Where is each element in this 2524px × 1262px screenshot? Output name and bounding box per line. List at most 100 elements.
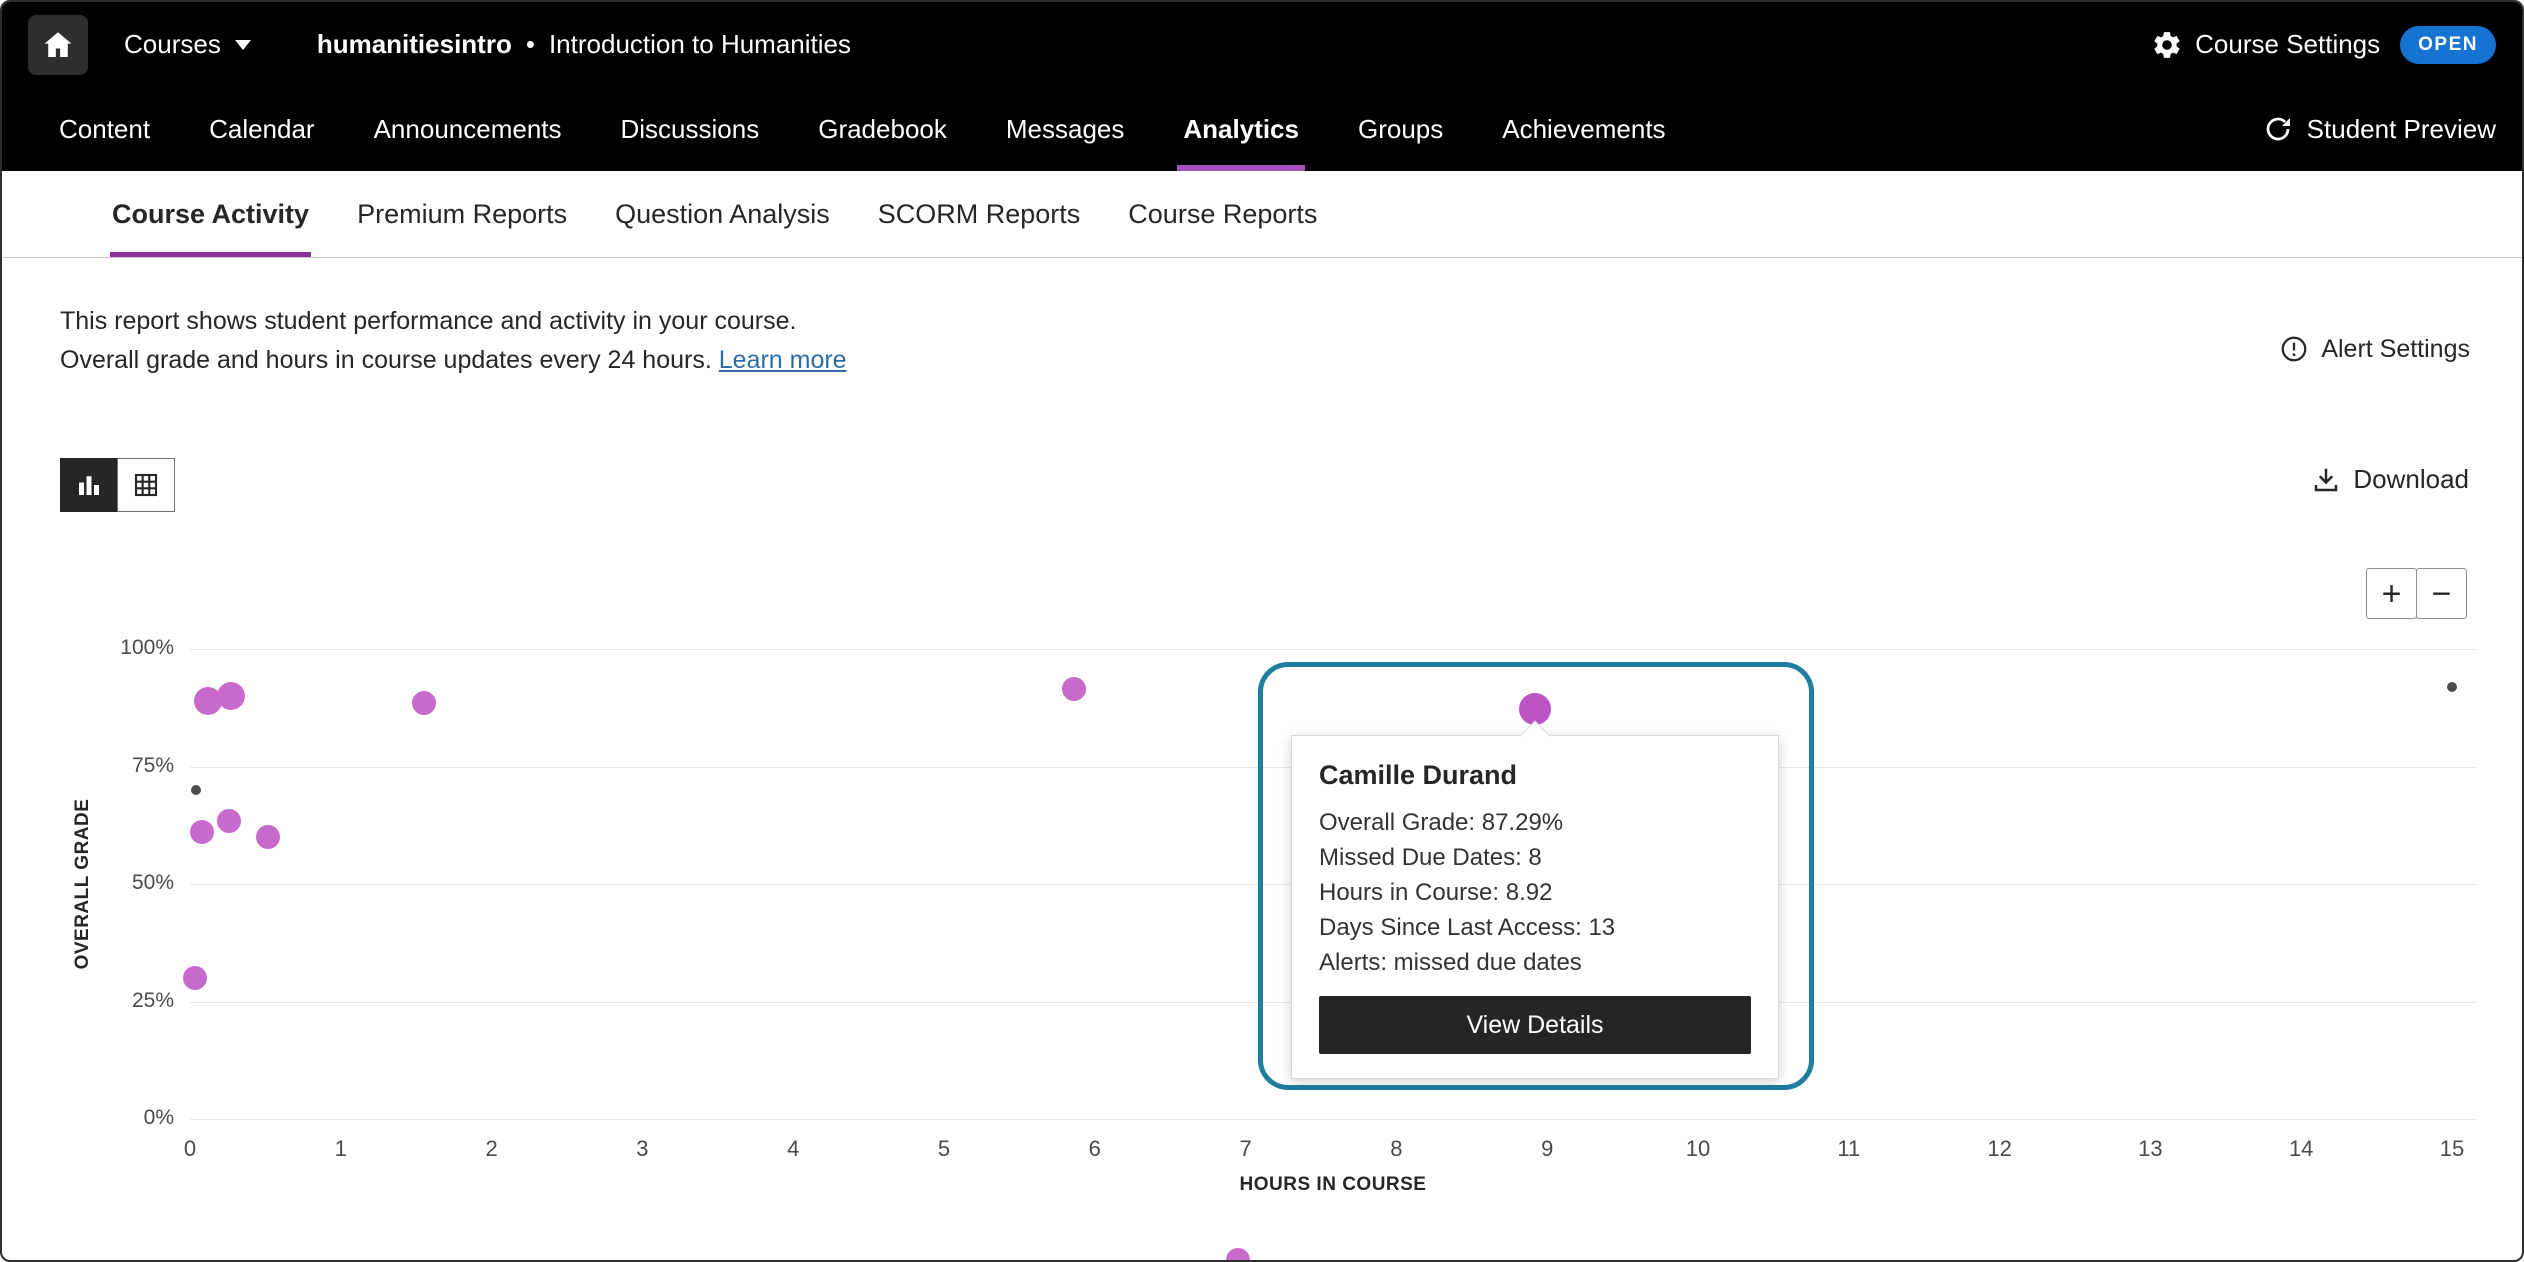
bar-chart-icon [74, 470, 104, 500]
subtab-course-activity[interactable]: Course Activity [110, 171, 311, 257]
download-icon [2311, 465, 2341, 495]
tab-achievements[interactable]: Achievements [1496, 87, 1671, 171]
student-tooltip: Camille Durand Overall Grade: 87.29% Mis… [1291, 735, 1779, 1079]
subtab-course-reports[interactable]: Course Reports [1126, 171, 1319, 257]
x-tick-label: 7 [1216, 1136, 1276, 1162]
y-tick-label: 100% [62, 636, 174, 660]
x-tick-label: 15 [2422, 1136, 2482, 1162]
data-point[interactable] [190, 820, 214, 844]
x-tick-label: 13 [2120, 1136, 2180, 1162]
tab-label: Messages [1006, 114, 1125, 145]
tab-gradebook[interactable]: Gradebook [812, 87, 953, 171]
app-window: Courses humanitiesintro • Introduction t… [0, 0, 2524, 1262]
data-point[interactable] [191, 785, 201, 795]
y-tick-label: 25% [62, 989, 174, 1013]
home-button[interactable] [28, 15, 88, 75]
report-description-line2: Overall grade and hours in course update… [60, 341, 847, 380]
data-point[interactable] [256, 825, 280, 849]
tooltip-overall-grade: Overall Grade: 87.29% [1319, 805, 1751, 840]
download-button[interactable]: Download [2311, 464, 2469, 495]
student-preview-label: Student Preview [2307, 114, 2496, 145]
chart-view-toggle-group [60, 458, 175, 512]
gear-icon [2151, 29, 2183, 61]
tab-label: Calendar [209, 114, 315, 145]
tooltip-notch [1519, 720, 1550, 751]
data-point[interactable] [217, 682, 245, 710]
courses-dropdown-label: Courses [124, 29, 221, 60]
x-tick-label: 5 [914, 1136, 974, 1162]
gridline [190, 1119, 2476, 1120]
subtab-label: Course Reports [1128, 199, 1317, 230]
tab-label: Analytics [1183, 114, 1299, 145]
x-tick-label: 12 [1970, 1136, 2030, 1162]
alert-icon [2279, 334, 2309, 364]
report-header: This report shows student performance an… [2, 258, 2522, 380]
tab-groups[interactable]: Groups [1352, 87, 1449, 171]
view-details-button[interactable]: View Details [1319, 996, 1751, 1054]
course-nav-tabs: Content Calendar Announcements Discussio… [53, 87, 1672, 171]
table-view-button[interactable] [117, 458, 175, 512]
topbar-right: Course Settings OPEN [2151, 26, 2496, 64]
data-point[interactable] [1062, 677, 1086, 701]
subtab-scorm-reports[interactable]: SCORM Reports [876, 171, 1083, 257]
tooltip-missed-due-dates: Missed Due Dates: 8 [1319, 840, 1751, 875]
x-axis-label: HOURS IN COURSE [1240, 1174, 1427, 1196]
learn-more-link[interactable]: Learn more [719, 346, 847, 374]
analytics-subnav: Course Activity Premium Reports Question… [2, 171, 2522, 258]
table-grid-icon [131, 470, 161, 500]
tab-label: Achievements [1502, 114, 1665, 145]
tab-label: Groups [1358, 114, 1443, 145]
x-tick-label: 8 [1366, 1136, 1426, 1162]
report-description-text: Overall grade and hours in course update… [60, 346, 712, 374]
tab-analytics[interactable]: Analytics [1177, 87, 1305, 171]
tab-discussions[interactable]: Discussions [615, 87, 766, 171]
report-description-line1: This report shows student performance an… [60, 302, 847, 341]
tab-announcements[interactable]: Announcements [368, 87, 568, 171]
tab-label: Discussions [621, 114, 760, 145]
x-tick-label: 10 [1668, 1136, 1728, 1162]
tab-calendar[interactable]: Calendar [203, 87, 321, 171]
x-tick-label: 2 [462, 1136, 522, 1162]
student-preview-button[interactable]: Student Preview [2263, 87, 2496, 171]
tab-label: Announcements [374, 114, 562, 145]
courses-dropdown[interactable]: Courses [124, 29, 251, 60]
zoom-in-button[interactable]: + [2366, 568, 2417, 619]
data-point[interactable] [217, 809, 241, 833]
tab-messages[interactable]: Messages [1000, 87, 1131, 171]
zoom-out-button[interactable]: − [2416, 568, 2467, 619]
alert-settings-label: Alert Settings [2321, 335, 2470, 364]
subtab-question-analysis[interactable]: Question Analysis [613, 171, 832, 257]
report-description: This report shows student performance an… [60, 302, 847, 380]
subtab-label: SCORM Reports [878, 199, 1081, 230]
home-icon [41, 28, 75, 62]
download-label: Download [2353, 464, 2469, 495]
data-point[interactable] [183, 966, 207, 990]
subtab-premium-reports[interactable]: Premium Reports [355, 171, 569, 257]
course-nav: Content Calendar Announcements Discussio… [2, 87, 2522, 171]
x-tick-label: 14 [2271, 1136, 2331, 1162]
data-point[interactable] [2447, 682, 2457, 692]
topbar: Courses humanitiesintro • Introduction t… [2, 2, 2522, 87]
y-tick-label: 75% [62, 754, 174, 778]
y-tick-label: 0% [62, 1106, 174, 1130]
y-axis-label: OVERALL GRADE [72, 799, 94, 970]
data-point[interactable] [412, 691, 436, 715]
course-settings-button[interactable]: Course Settings [2151, 29, 2380, 61]
x-tick-label: 4 [763, 1136, 823, 1162]
subtab-label: Question Analysis [615, 199, 830, 230]
alert-settings-button[interactable]: Alert Settings [2279, 318, 2470, 380]
chevron-down-icon [235, 40, 251, 50]
refresh-icon [2263, 114, 2293, 144]
course-title: Introduction to Humanities [549, 29, 851, 60]
chart-view-button[interactable] [60, 458, 118, 512]
open-status-badge[interactable]: OPEN [2400, 26, 2496, 64]
zoom-controls: + − [2366, 568, 2467, 619]
tooltip-hours-in-course: Hours in Course: 8.92 [1319, 875, 1751, 910]
data-point[interactable] [1226, 1248, 1250, 1262]
tab-content[interactable]: Content [53, 87, 156, 171]
x-tick-label: 9 [1517, 1136, 1577, 1162]
tooltip-alerts: Alerts: missed due dates [1319, 945, 1751, 980]
gridline [190, 649, 2476, 650]
x-tick-label: 0 [160, 1136, 220, 1162]
breadcrumb: humanitiesintro • Introduction to Humani… [317, 29, 851, 60]
